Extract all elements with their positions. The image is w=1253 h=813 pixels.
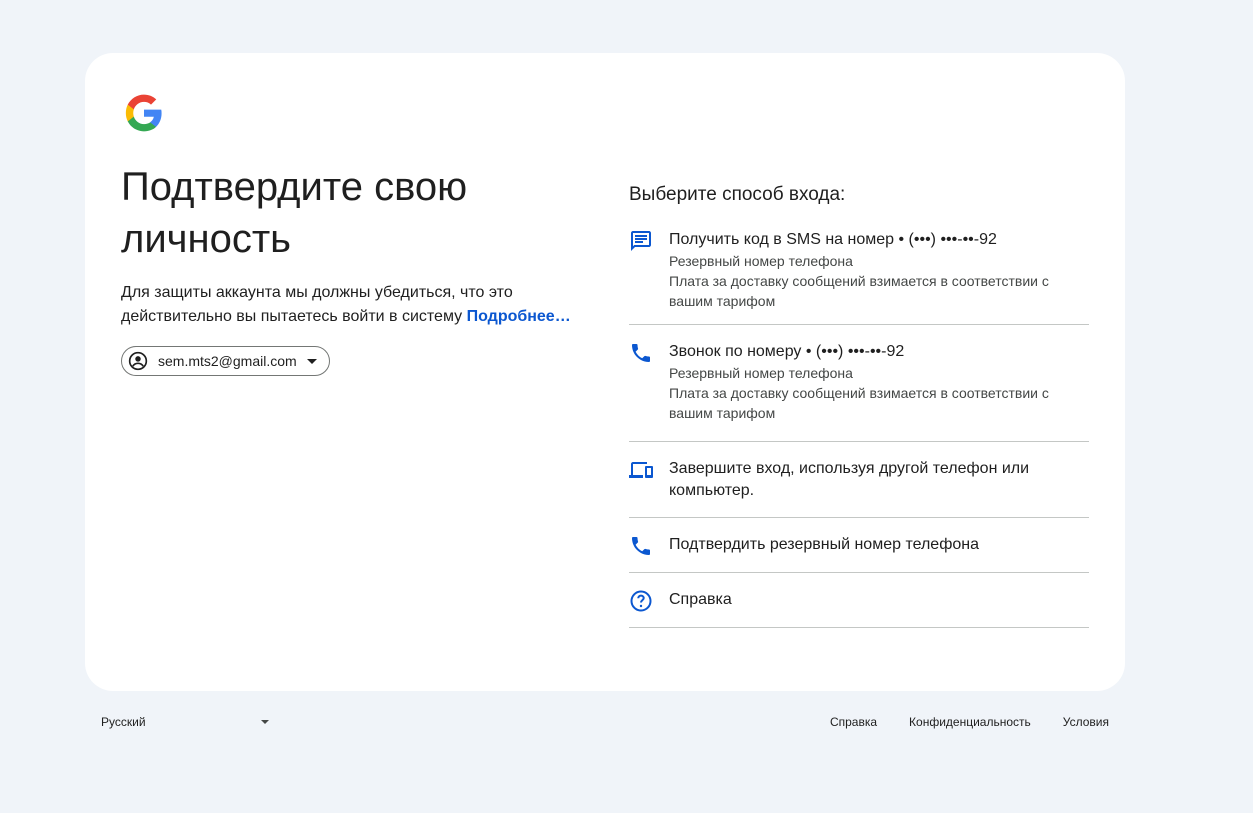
account-chooser-button[interactable]: sem.mts2@gmail.com <box>121 346 330 376</box>
description-text: Для защиты аккаунта мы должны убедиться,… <box>121 284 513 325</box>
help-icon <box>629 589 653 613</box>
challenge-options: Выберите способ входа: Получить код в SM… <box>629 181 1089 628</box>
option-confirm-phone[interactable]: Подтвердить резервный номер телефона <box>629 518 1089 573</box>
options-heading: Выберите способ входа: <box>629 184 846 205</box>
sms-icon <box>629 229 653 253</box>
devices-icon <box>629 458 653 482</box>
option-label: Подтвердить резервный номер телефона <box>669 536 979 553</box>
language-select[interactable]: Русский <box>101 715 269 729</box>
signin-card: Подтвердите свою личность Для защиты акк… <box>85 53 1125 691</box>
google-logo-icon <box>125 94 162 132</box>
phone-icon <box>629 341 653 365</box>
account-email: sem.mts2@gmail.com <box>158 353 297 369</box>
option-note: Плата за доставку сообщений взимается в … <box>669 273 1049 309</box>
option-label: Звонок по номеру • (•••) •••-••-92 <box>669 343 905 360</box>
option-help[interactable]: Справка <box>629 573 1089 628</box>
option-note: Плата за доставку сообщений взимается в … <box>669 385 1049 421</box>
footer-links: Справка Конфиденциальность Условия <box>830 715 1109 729</box>
learn-more-link[interactable]: Подробнее… <box>467 308 571 325</box>
chevron-down-icon <box>261 720 269 724</box>
footer-link-privacy[interactable]: Конфиденциальность <box>909 715 1031 729</box>
footer-link-help[interactable]: Справка <box>830 715 877 729</box>
option-label: Получить код в SMS на номер • (•••) •••-… <box>669 231 997 248</box>
option-subtext: Резервный номер телефона <box>669 253 853 269</box>
footer-link-terms[interactable]: Условия <box>1063 715 1109 729</box>
option-other-device[interactable]: Завершите вход, используя другой телефон… <box>629 442 1089 518</box>
page-description: Для защиты аккаунта мы должны убедиться,… <box>121 281 591 329</box>
option-label: Справка <box>669 591 732 608</box>
account-circle-icon <box>128 351 148 371</box>
page-title: Подтвердите свою личность <box>121 165 468 261</box>
option-sms[interactable]: Получить код в SMS на номер • (•••) •••-… <box>629 229 1089 325</box>
chevron-down-icon <box>306 358 317 364</box>
phone-icon <box>629 534 653 558</box>
option-subtext: Резервный номер телефона <box>669 365 853 381</box>
option-label: Завершите вход, используя другой телефон… <box>669 460 1030 499</box>
language-label: Русский <box>101 715 146 729</box>
option-call[interactable]: Звонок по номеру • (•••) •••-••-92 Резер… <box>629 325 1089 442</box>
